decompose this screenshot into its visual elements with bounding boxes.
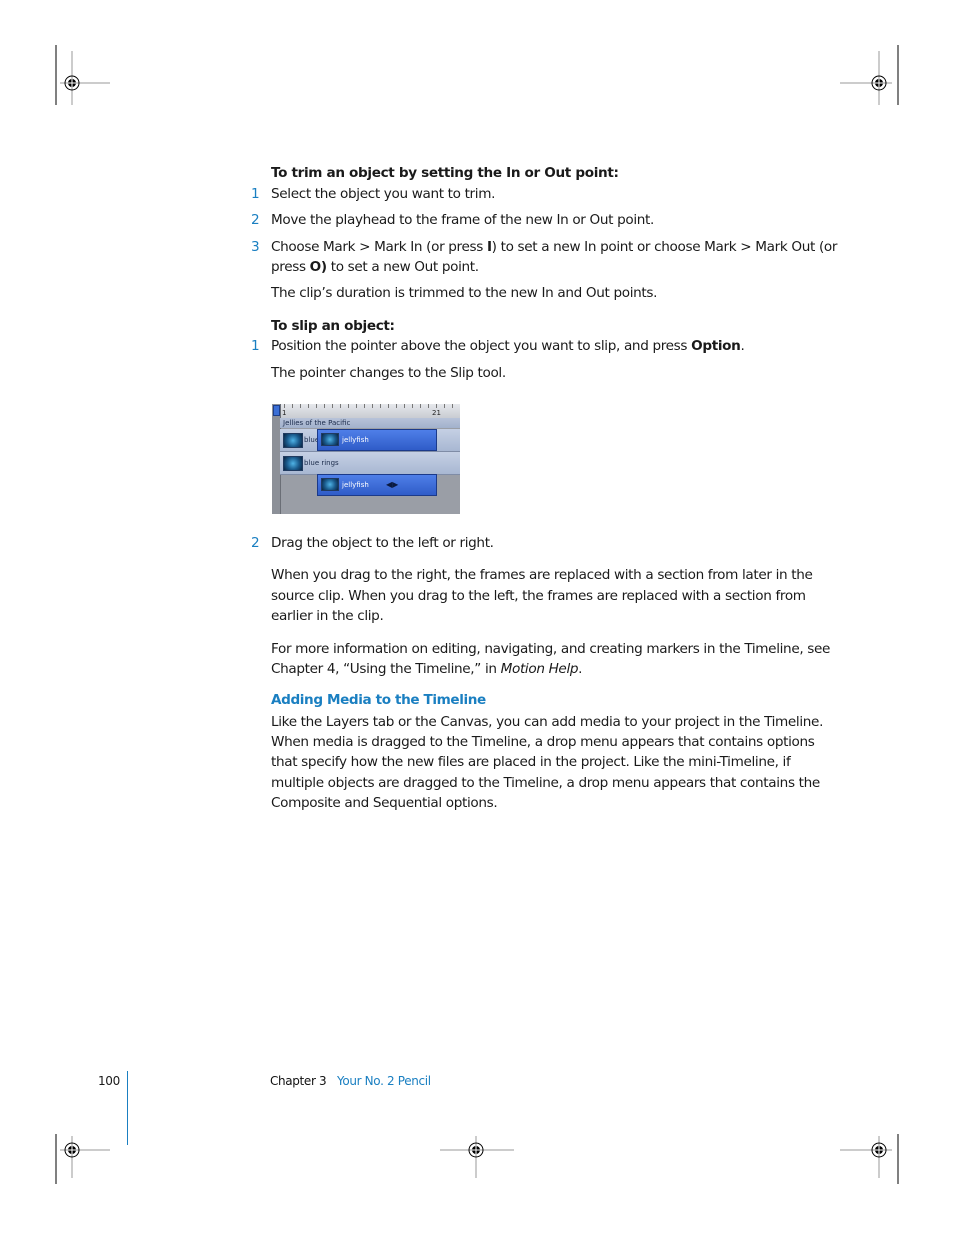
step-text-line2: press O) to set a new Out point. — [271, 257, 479, 278]
step-text: Select the object you want to trim. — [271, 186, 496, 202]
paragraph-line: source clip. When you drag to the left, … — [271, 588, 806, 604]
key-option: Option — [691, 338, 741, 354]
paragraph-line: earlier in the clip. — [271, 608, 384, 624]
paragraph-line: Composite and Sequential options. — [271, 795, 498, 811]
step-number: 3 — [251, 239, 260, 255]
registration-mark-bottom-right — [840, 1134, 899, 1184]
paragraph-line: For more information on editing, navigat… — [271, 641, 831, 657]
clip-name: jellyfish — [342, 436, 369, 444]
footer-chapter-label: Chapter 3 — [270, 1074, 327, 1088]
registration-mark-top-right — [840, 45, 899, 105]
step-text: Position the pointer above the object yo… — [271, 336, 745, 357]
paragraph-line: When media is dragged to the Timeline, a… — [271, 734, 815, 750]
footer-chapter-title: Your No. 2 Pencil — [337, 1074, 431, 1088]
step-result: The pointer changes to the Slip tool. — [271, 365, 506, 381]
paragraph-line: multiple objects are dragged to the Time… — [271, 775, 820, 791]
registration-mark-top-left — [55, 45, 110, 105]
step-number: 2 — [251, 212, 260, 228]
step-number: 2 — [251, 535, 260, 551]
paragraph-line: When you drag to the right, the frames a… — [271, 567, 813, 583]
text-part: . — [578, 661, 583, 677]
clip-thumbnail — [321, 433, 339, 446]
section-heading: Adding Media to the Timeline — [271, 692, 486, 708]
step-number: 1 — [251, 338, 260, 354]
group-track[interactable]: Jellies of the Pacific — [280, 418, 460, 428]
motion-help-reference: Motion Help — [500, 661, 579, 677]
step-text: Drag the object to the left or right. — [271, 535, 494, 551]
registration-mark-bottom-center — [440, 1136, 514, 1178]
step-text-part: to set a new Out point. — [326, 259, 479, 275]
page-number: 100 — [98, 1074, 120, 1088]
paragraph-line: that specify how the new files are place… — [271, 754, 791, 770]
layer-track[interactable]: blue rings — [280, 452, 460, 475]
key-o: O) — [309, 259, 327, 275]
procedure-heading-slip: To slip an object: — [271, 318, 395, 334]
layer-thumbnail — [283, 433, 303, 448]
step-result: The clip’s duration is trimmed to the ne… — [271, 285, 658, 301]
ruler-label: 21 — [432, 409, 441, 417]
clip-bar[interactable]: jellyfish — [317, 429, 437, 451]
procedure-heading-trim: To trim an object by setting the In or O… — [271, 165, 619, 181]
step-text: Choose Mark > Mark In (or press I) to se… — [271, 237, 837, 258]
paragraph-line: Like the Layers tab or the Canvas, you c… — [271, 714, 824, 730]
text-part: Chapter 4, “Using the Timeline,” in — [271, 661, 501, 677]
step-text-part: . — [740, 338, 745, 354]
layer-name: blue rings — [304, 459, 339, 467]
step-text-part: Choose Mark > Mark In (or press — [271, 239, 487, 255]
timeline-ruler: 1 21 — [272, 404, 460, 418]
paragraph-line: Chapter 4, “Using the Timeline,” in Moti… — [271, 659, 582, 680]
step-number: 1 — [251, 186, 260, 202]
clip-thumbnail — [321, 478, 339, 491]
registration-mark-bottom-left — [55, 1134, 110, 1184]
playhead-icon[interactable] — [273, 405, 280, 416]
clip-bar[interactable]: jellyfish ◀▶ — [317, 474, 437, 496]
step-text-part: Position the pointer above the object yo… — [271, 338, 692, 354]
layer-thumbnail — [283, 456, 303, 471]
clip-name: jellyfish — [342, 481, 369, 489]
timeline-screenshot: 1 21 Jellies of the Pacific blue jellyfi… — [272, 404, 460, 514]
slip-tool-icon: ◀▶ — [386, 480, 399, 489]
step-text: Move the playhead to the frame of the ne… — [271, 212, 654, 228]
step-text-part: ) to set a new In point or choose Mark >… — [491, 239, 838, 255]
footer-divider — [127, 1071, 128, 1145]
step-text-part: press — [271, 259, 310, 275]
ruler-label: 1 — [282, 409, 287, 417]
